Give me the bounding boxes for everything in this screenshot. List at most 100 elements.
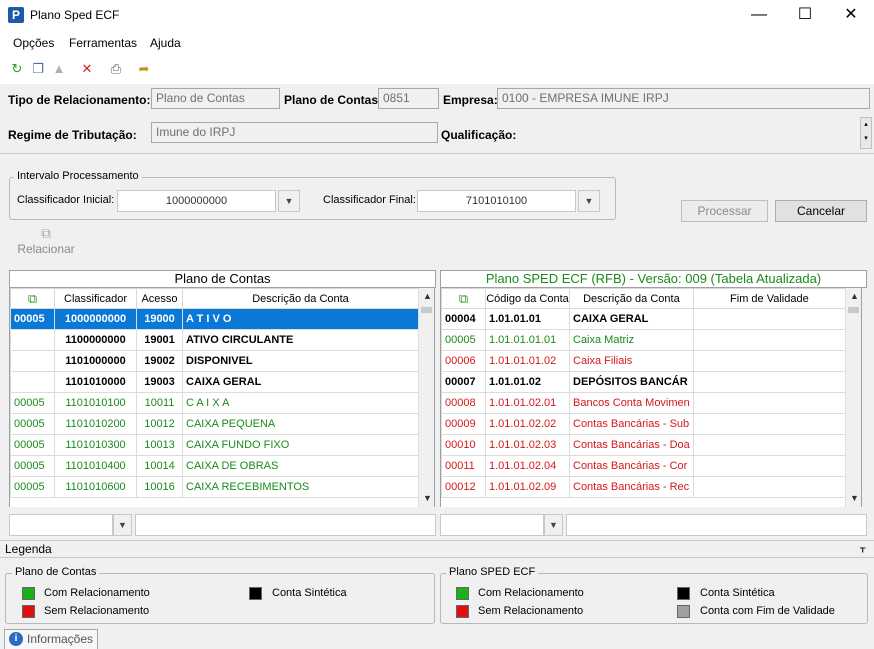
close-button[interactable]: ✕: [828, 0, 874, 30]
table-cell: Caixa Matriz: [569, 329, 694, 351]
menu-ajuda[interactable]: Ajuda: [150, 36, 181, 50]
table-row[interactable]: 00005 1101010600 10016 CAIXA RECEBIMENTOS: [10, 476, 418, 498]
right-filter-input[interactable]: [566, 514, 867, 536]
column-codigo[interactable]: Código da Conta: [485, 288, 570, 309]
empresa-field[interactable]: 0100 - EMPRESA IMUNE IRPJ: [497, 88, 870, 109]
chevron-down-icon[interactable]: ▼: [278, 190, 300, 212]
delete-icon[interactable]: ✕: [78, 60, 96, 78]
left-scrollbar[interactable]: ▲ ▼: [418, 288, 435, 507]
table-row[interactable]: 00005 1000000000 19000 A T I V O: [10, 308, 418, 330]
swatch-black: [677, 587, 690, 600]
table-cell: CAIXA FUNDO FIXO: [182, 434, 418, 456]
table-cell: 19001: [136, 329, 183, 351]
menu-ferramentas[interactable]: Ferramentas: [69, 36, 137, 50]
grid-link-column-icon[interactable]: ⧉: [10, 288, 55, 309]
scroll-thumb[interactable]: [848, 307, 859, 313]
table-cell: 00006: [441, 350, 486, 372]
column-descricao[interactable]: Descrição da Conta: [569, 288, 694, 309]
table-cell: [10, 371, 55, 393]
table-row[interactable]: 00004 1.01.01.01 CAIXA GERAL: [441, 308, 845, 330]
table-cell: 10013: [136, 434, 183, 456]
swatch-red: [456, 605, 469, 618]
table-cell: 00005: [10, 392, 55, 414]
pin-icon[interactable]: ᚁ: [860, 541, 865, 554]
table-cell: 1000000000: [54, 308, 137, 330]
left-filter-input[interactable]: [135, 514, 436, 536]
column-descricao[interactable]: Descrição da Conta: [182, 288, 418, 309]
table-row[interactable]: 00005 1101010300 10013 CAIXA FUNDO FIXO: [10, 434, 418, 456]
table-row[interactable]: 00005 1.01.01.01.01 Caixa Matriz: [441, 329, 845, 351]
copy-icon[interactable]: ❐: [29, 60, 47, 78]
grid-link-column-icon[interactable]: ⧉: [441, 288, 486, 309]
table-row[interactable]: 00011 1.01.01.02.04 Contas Bancárias - Cor: [441, 455, 845, 477]
table-row[interactable]: 00012 1.01.01.02.09 Contas Bancárias - Rec: [441, 476, 845, 498]
chevron-down-icon[interactable]: ▼: [544, 514, 563, 536]
scroll-up-icon[interactable]: ▲: [419, 288, 436, 305]
scroll-down-icon[interactable]: ▼: [846, 490, 863, 507]
cancelar-button[interactable]: Cancelar: [775, 200, 867, 222]
left-filter-select[interactable]: [9, 514, 113, 536]
refresh-icon[interactable]: ↻: [8, 60, 26, 78]
table-cell: 00005: [10, 455, 55, 477]
menu-opcoes[interactable]: Opções: [13, 36, 54, 50]
empresa-label: Empresa:: [443, 93, 498, 107]
right-filter-select[interactable]: [440, 514, 544, 536]
table-cell: 1.01.01.02.09: [485, 476, 570, 498]
table-row[interactable]: 00007 1.01.01.02 DEPÓSITOS BANCÁR: [441, 371, 845, 393]
table-row[interactable]: 00005 1101010200 10012 CAIXA PEQUENA: [10, 413, 418, 435]
table-row[interactable]: 00009 1.01.01.02.02 Contas Bancárias - Sub: [441, 413, 845, 435]
table-row[interactable]: 1101010000 19003 CAIXA GERAL: [10, 371, 418, 393]
table-row[interactable]: 1101000000 19002 DISPONIVEL: [10, 350, 418, 372]
table-row[interactable]: 00010 1.01.01.02.03 Contas Bancárias - Doa: [441, 434, 845, 456]
plano-contas-field[interactable]: 0851: [378, 88, 439, 109]
table-row[interactable]: 00008 1.01.01.02.01 Bancos Conta Movimen: [441, 392, 845, 414]
table-row[interactable]: 00005 1101010100 10011 C A I X A: [10, 392, 418, 414]
scroll-up-icon[interactable]: ▲: [846, 288, 863, 305]
tipo-relacionamento-field[interactable]: Plano de Contas: [151, 88, 280, 109]
legend-com-relacionamento: Com Relacionamento: [478, 587, 584, 599]
column-fim-validade[interactable]: Fim de Validade: [692, 288, 845, 309]
column-acesso[interactable]: Acesso: [136, 288, 183, 309]
app-logo-icon: P: [8, 7, 24, 23]
classificador-final-input[interactable]: 7101010100: [417, 190, 576, 212]
table-cell: CAIXA GERAL: [182, 371, 418, 393]
scroll-down-icon[interactable]: ▼: [419, 490, 436, 507]
chevron-down-icon[interactable]: ▼: [113, 514, 132, 536]
minimize-button[interactable]: —: [736, 0, 782, 30]
table-cell: 00004: [441, 308, 486, 330]
legend-com-relacionamento: Com Relacionamento: [44, 587, 150, 599]
table-cell: 1101000000: [54, 350, 137, 372]
table-cell: 1101010400: [54, 455, 137, 477]
stamp-icon[interactable]: ▲: [50, 60, 68, 78]
table-cell: 1101010100: [54, 392, 137, 414]
table-cell: 00007: [441, 371, 486, 393]
regime-tributacao-field[interactable]: Imune do IRPJ: [151, 122, 438, 143]
table-row[interactable]: 00005 1101010400 10014 CAIXA DE OBRAS: [10, 455, 418, 477]
legend-conta-fim-validade: Conta com Fim de Validade: [700, 605, 835, 617]
relacionar-button[interactable]: ⧉ Relacionar: [12, 224, 80, 264]
legenda-title: Legenda: [5, 542, 52, 556]
table-cell: CAIXA GERAL: [569, 308, 694, 330]
column-classificador[interactable]: Classificador: [54, 288, 137, 309]
table-cell: 1101010200: [54, 413, 137, 435]
qualificacao-scroll[interactable]: ▴ ▾: [860, 117, 872, 149]
table-row[interactable]: 1100000000 19001 ATIVO CIRCULANTE: [10, 329, 418, 351]
classificador-inicial-input[interactable]: 1000000000: [117, 190, 276, 212]
processar-button[interactable]: Processar: [681, 200, 768, 222]
qualificacao-label: Qualificação:: [441, 128, 517, 142]
chevron-down-icon[interactable]: ▼: [578, 190, 600, 212]
table-row[interactable]: 00006 1.01.01.01.02 Caixa Filiais: [441, 350, 845, 372]
table-cell: 1.01.01.02.04: [485, 455, 570, 477]
table-cell: 10016: [136, 476, 183, 498]
maximize-button[interactable]: ☐: [782, 0, 828, 30]
export-icon[interactable]: ➦: [135, 60, 153, 78]
print-icon[interactable]: ⎙: [107, 60, 125, 78]
right-scrollbar[interactable]: ▲ ▼: [845, 288, 862, 507]
scroll-thumb[interactable]: [421, 307, 432, 313]
table-cell: 1.01.01.01: [485, 308, 570, 330]
table-cell: Contas Bancárias - Rec: [569, 476, 694, 498]
legend-conta-sintetica: Conta Sintética: [700, 587, 775, 599]
table-cell: 19003: [136, 371, 183, 393]
swatch-red: [22, 605, 35, 618]
classificador-inicial-label: Classificador Inicial:: [17, 194, 115, 206]
